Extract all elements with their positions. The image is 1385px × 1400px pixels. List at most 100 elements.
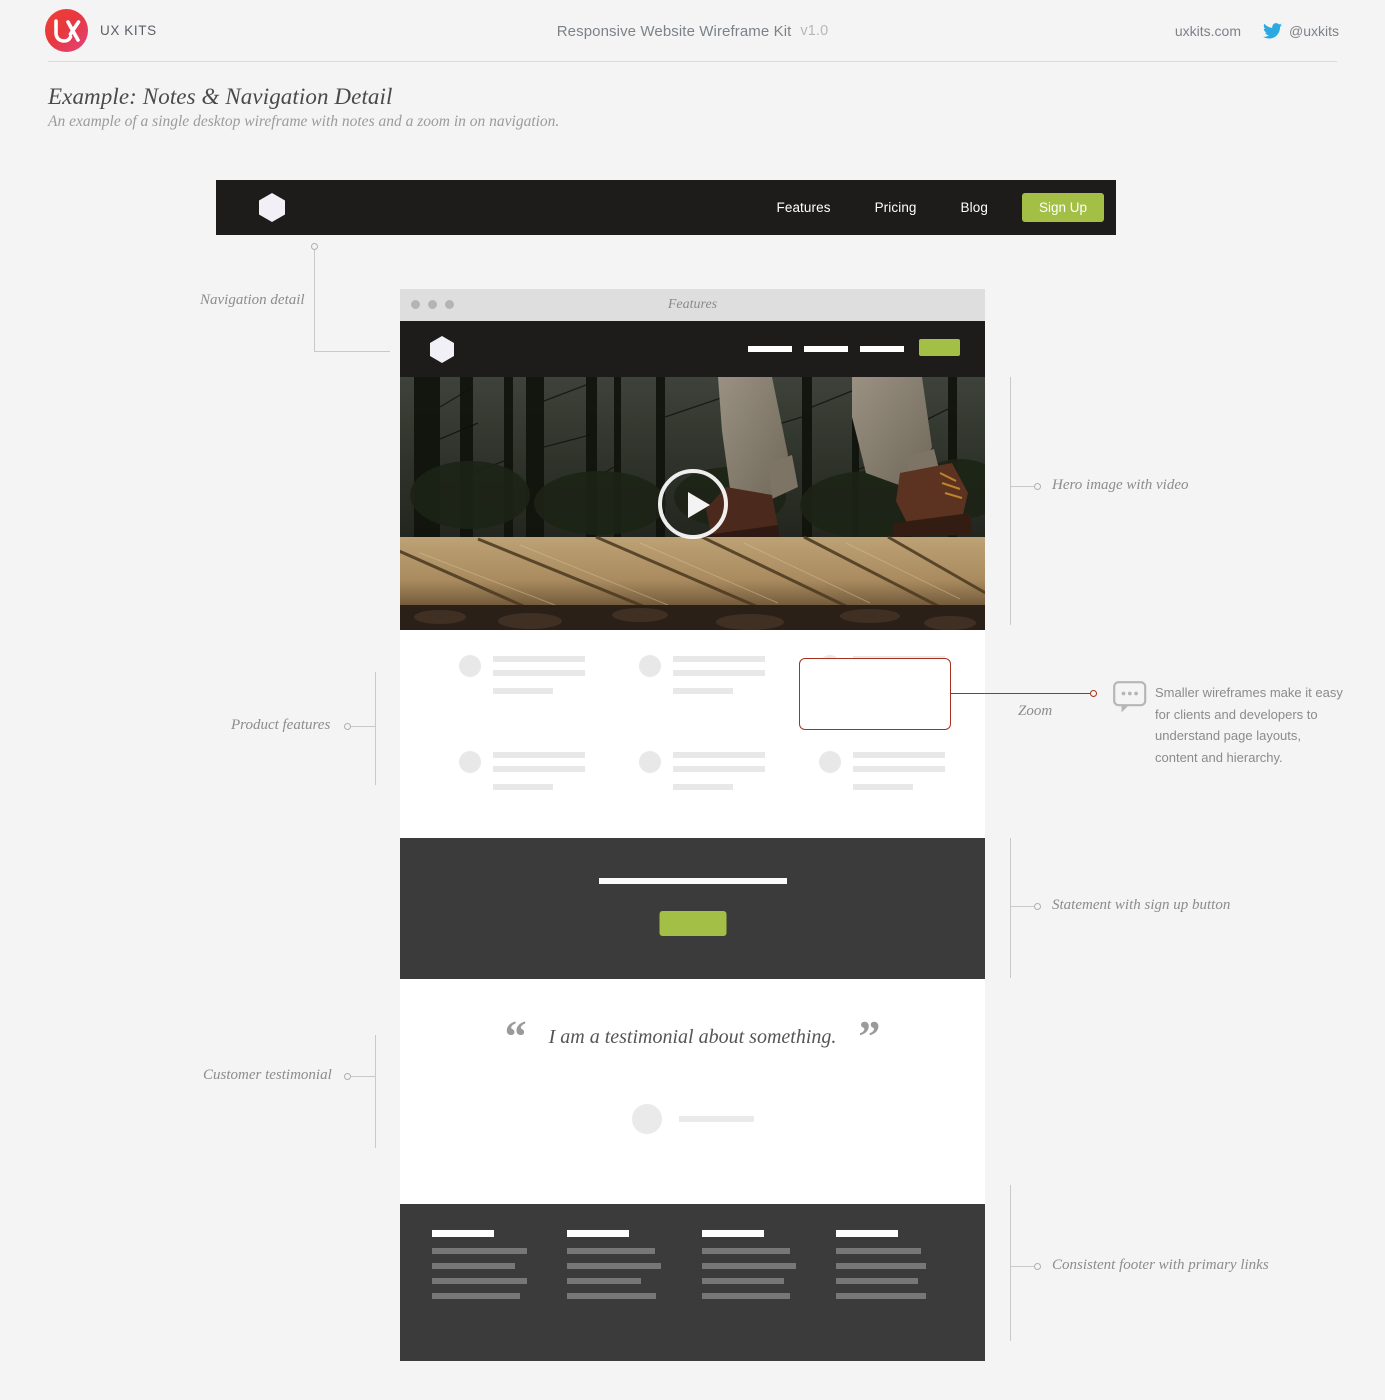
nav-link-pricing[interactable]: Pricing [853,200,939,215]
feature-item[interactable] [459,652,634,708]
nav-anno-line-horizontal [314,351,390,352]
feature-icon-placeholder [459,655,481,677]
feature-item[interactable] [639,748,814,804]
wireframe-nav-item-2[interactable] [804,346,848,352]
feature-line [853,752,945,758]
nav-link-features[interactable]: Features [755,200,853,215]
kit-version: v1.0 [800,23,829,39]
feature-line [673,656,765,662]
note-text: Smaller wireframes make it easy for clie… [1155,682,1355,768]
footer-column [702,1230,802,1308]
annotation-hero: Hero image with video [1052,477,1189,493]
nav-anno-dot [311,243,318,250]
twitter-handle: @uxkits [1289,23,1339,39]
testimonial-section: “ I am a testimonial about something. ” [400,979,985,1204]
footer-anno-dot [1034,1263,1041,1270]
statement-headline-placeholder [598,878,787,884]
comment-bubble-icon [1113,681,1147,713]
twitter-link[interactable]: @uxkits [1263,23,1339,39]
note-line: understand page layouts, [1155,728,1301,743]
footer-link-placeholder[interactable] [432,1263,515,1269]
footer-link-placeholder[interactable] [836,1293,926,1299]
open-quote-icon: “ [504,1012,527,1061]
annotation-statement: Statement with sign up button [1052,897,1231,913]
wireframe-nav-cta-button[interactable] [919,339,960,356]
footer-link-placeholder[interactable] [702,1263,796,1269]
feature-item[interactable] [639,652,814,708]
feature-line [673,752,765,758]
feature-icon-placeholder [459,751,481,773]
feature-line [493,784,553,790]
feature-line [493,766,585,772]
header-links: uxkits.com @uxkits [1175,0,1339,62]
footer-link-placeholder[interactable] [567,1248,655,1254]
statement-anno-dot [1034,903,1041,910]
sign-up-button[interactable]: Sign Up [1021,193,1104,222]
wireframe-hexagon-logo-icon [430,336,454,363]
footer-link-placeholder[interactable] [567,1293,656,1299]
zoom-anno-dot [1090,690,1097,697]
feature-item[interactable] [819,748,994,804]
statement-sign-up-button[interactable] [659,911,726,936]
statement-anno-line [1010,906,1035,907]
site-header: UX KITS Responsive Website Wireframe Kit… [0,0,1385,62]
footer-column [836,1230,936,1308]
footer-link-placeholder[interactable] [567,1278,641,1284]
feature-line [853,766,945,772]
kit-title: Responsive Website Wireframe Kit [556,22,792,40]
features-anno-bracket [375,672,376,785]
hero-anno-dot [1034,483,1041,490]
annotation-footer: Consistent footer with primary links [1052,1257,1269,1273]
play-button[interactable] [657,468,728,539]
footer-link-placeholder[interactable] [702,1248,790,1254]
testimonial-anno-bracket [375,1035,376,1148]
zoom-highlight-box [799,658,951,730]
hero-anno-line [1010,486,1035,487]
footer-link-placeholder[interactable] [432,1278,527,1284]
note-line: for clients and developers to [1155,706,1318,722]
footer-link-placeholder[interactable] [567,1263,661,1269]
footer-heading-placeholder [836,1230,898,1237]
navigation-detail-bar: Features Pricing Blog Sign Up [216,180,1116,235]
footer-link-placeholder[interactable] [836,1248,921,1254]
footer-column [432,1230,532,1308]
close-quote-icon: ” [858,1012,881,1061]
footer-heading-placeholder [702,1230,764,1237]
note-callout [1113,681,1147,719]
website-link[interactable]: uxkits.com [1175,23,1241,39]
browser-window-title: Features [667,297,718,312]
footer-column [567,1230,667,1308]
wireframe-footer [400,1204,985,1361]
footer-link-placeholder[interactable] [836,1263,926,1269]
annotation-navigation-detail: Navigation detail [200,292,305,308]
nav-anno-line-vertical [314,250,315,351]
feature-item[interactable] [459,748,634,804]
feature-icon-placeholder [639,655,661,677]
hero-image [400,377,985,630]
author-name-placeholder [678,1116,754,1122]
nav-link-blog[interactable]: Blog [939,200,1010,215]
footer-anno-bracket [1010,1185,1011,1341]
footer-link-placeholder[interactable] [836,1278,918,1284]
nav-links: Features Pricing Blog Sign Up [755,180,1104,235]
avatar [631,1104,662,1134]
footer-link-placeholder[interactable] [702,1278,784,1284]
hexagon-logo-icon [259,193,285,222]
footer-link-placeholder[interactable] [432,1248,527,1254]
wireframe-nav-item-1[interactable] [748,346,792,352]
statement-section [400,838,985,979]
testimonial-anno-line [351,1076,376,1077]
hero-anno-bracket [1010,377,1011,625]
feature-line [493,656,585,662]
footer-link-placeholder[interactable] [432,1293,520,1299]
footer-heading-placeholder [567,1230,629,1237]
feature-line [673,784,733,790]
features-anno-line [351,726,376,727]
feature-icon-placeholder [819,751,841,773]
browser-chrome: Features [400,289,985,321]
wireframe-nav-item-3[interactable] [860,346,904,352]
annotation-product-features: Product features [231,717,331,733]
footer-link-placeholder[interactable] [702,1293,790,1299]
features-anno-dot [344,723,351,730]
zoom-anno-line [951,693,1094,694]
